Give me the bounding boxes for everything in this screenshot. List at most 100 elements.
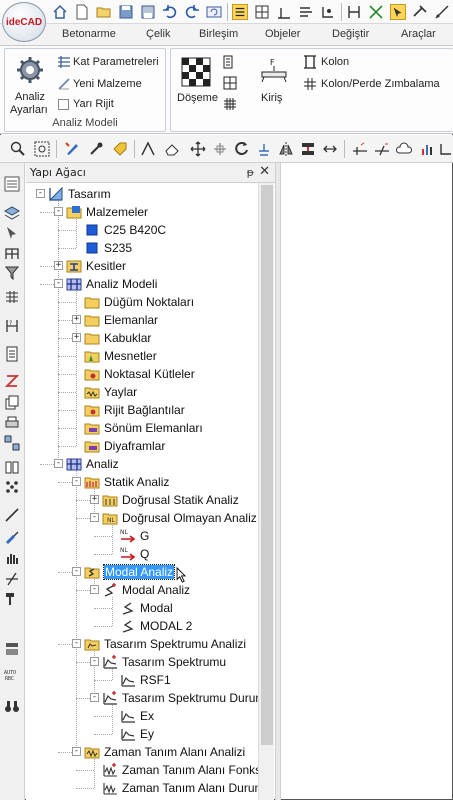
column-button[interactable]: Kolon <box>321 56 349 68</box>
line-icon[interactable] <box>352 141 368 157</box>
tree-item-spektrum-durumu[interactable]: - Tasarım Spektrumu Durumu <box>26 689 258 707</box>
brush-icon[interactable] <box>4 530 20 546</box>
refresh-icon[interactable] <box>206 4 222 20</box>
tool-end-icon[interactable] <box>438 141 453 157</box>
tool-icon[interactable] <box>412 4 428 20</box>
layers-icon[interactable] <box>4 205 20 221</box>
story-params-button[interactable]: Kat Parametreleri <box>73 56 159 68</box>
collapse-toggle-icon[interactable]: - <box>90 513 99 522</box>
tree-item-modal2[interactable]: MODAL 2 <box>26 617 258 635</box>
triangle-icon[interactable] <box>140 141 156 157</box>
section-z-icon[interactable] <box>4 373 20 389</box>
collapse-toggle-icon[interactable]: - <box>90 693 99 702</box>
tree-item-dugum[interactable]: Düğüm Noktaları <box>26 293 258 311</box>
tree-item-tasarim[interactable]: - Tasarım <box>26 185 258 203</box>
tree-item-elemanlar[interactable]: + Elemanlar <box>26 311 258 329</box>
tab-betonarme[interactable]: Betonarme <box>62 28 116 40</box>
tree-item-diyafram[interactable]: Diyaframlar <box>26 437 258 455</box>
tree-item-dogrusal-olmayan[interactable]: - NL Doğrusal Olmayan Analiz <box>26 509 258 527</box>
dropper-icon[interactable] <box>88 141 104 157</box>
collapse-toggle-icon[interactable]: - <box>90 585 99 594</box>
hand-icon[interactable] <box>4 550 20 566</box>
tree-item-analiz-modeli[interactable]: - Analiz Modeli <box>26 275 258 293</box>
eraser-icon[interactable] <box>164 141 180 157</box>
extend-icon[interactable] <box>374 141 390 157</box>
collapse-toggle-icon[interactable]: - <box>54 207 63 216</box>
save-as-icon[interactable] <box>140 4 156 20</box>
rotate-icon[interactable] <box>234 141 250 157</box>
slab-icon[interactable] <box>181 57 211 87</box>
tree-item-modal[interactable]: Modal <box>26 599 258 617</box>
zoom-icon[interactable] <box>10 141 26 157</box>
expand-toggle-icon[interactable]: + <box>90 495 99 504</box>
punching-button[interactable]: Kolon/Perde Zımbalama <box>321 78 440 90</box>
slab-tool-icon-2[interactable] <box>223 76 237 90</box>
measure-icon[interactable] <box>434 4 450 20</box>
undo-icon[interactable] <box>162 4 178 20</box>
points-icon[interactable] <box>4 479 20 495</box>
cross-icon[interactable] <box>368 4 384 20</box>
collapse-toggle-icon[interactable]: - <box>36 189 45 198</box>
open-folder-icon[interactable] <box>96 4 112 20</box>
tree-item-q[interactable]: NL Q <box>26 545 258 563</box>
tree-item-spektrum-analizi[interactable]: - Tasarım Spektrumu Analizi <box>26 635 258 653</box>
copy-move-icon[interactable] <box>212 141 228 157</box>
chart-icon[interactable] <box>420 141 436 157</box>
axis-icon[interactable] <box>276 4 292 20</box>
properties-icon[interactable] <box>4 176 20 192</box>
scrollbar-thumb[interactable] <box>261 185 273 745</box>
collapse-toggle-icon[interactable]: - <box>72 567 81 576</box>
new-material-button[interactable]: Yeni Malzeme <box>73 78 142 90</box>
align-icon[interactable] <box>298 4 314 20</box>
dimension-icon[interactable]: ? <box>4 318 20 334</box>
ortho-icon[interactable] <box>346 4 362 20</box>
expand-toggle-icon[interactable]: + <box>72 333 81 342</box>
tree-item-modal-analiz[interactable]: - Modal Analiz <box>26 563 258 583</box>
auto-rebar-icon[interactable]: AUTORBC <box>4 668 20 684</box>
print-icon[interactable] <box>4 415 20 431</box>
tree-item-yaylar[interactable]: Yaylar <box>26 383 258 401</box>
tree-scrollbar[interactable] <box>258 183 274 800</box>
tab-degistir[interactable]: Değiştir <box>332 28 369 40</box>
model-icon[interactable] <box>4 245 20 261</box>
beam-icon[interactable]: F <box>259 57 289 87</box>
tag-icon[interactable] <box>112 141 128 157</box>
tree-item-sonum[interactable]: Sönüm Elemanları <box>26 419 258 437</box>
expand-toggle-icon[interactable]: + <box>54 261 63 270</box>
binoculars-icon[interactable] <box>4 698 20 714</box>
stretch-icon[interactable] <box>322 141 338 157</box>
tree-item-kesitler[interactable]: + Kesitler <box>26 257 258 275</box>
mirror-copy-icon[interactable] <box>256 141 272 157</box>
collapse-toggle-icon[interactable]: - <box>72 639 81 648</box>
tree-item-malzemeler[interactable]: - Malzemeler <box>26 203 258 221</box>
move-icon[interactable] <box>190 141 206 157</box>
tree-item-zaman-durum[interactable]: Zaman Tanım Alanı Durumu <box>26 779 258 797</box>
collapse-toggle-icon[interactable]: - <box>54 459 63 468</box>
tree-item-rsf1[interactable]: RSF1 <box>26 671 258 689</box>
slab-tool-icon-3[interactable] <box>223 97 237 111</box>
home-icon[interactable] <box>52 4 68 20</box>
tree-item-kabuklar[interactable]: + Kabuklar <box>26 329 258 347</box>
collapse-toggle-icon[interactable]: - <box>72 477 81 486</box>
analysis-settings-label-1[interactable]: Analiz <box>15 91 45 103</box>
stack-icon[interactable] <box>4 641 20 657</box>
align-bar-icon[interactable] <box>300 141 316 157</box>
tree-item-noktasal[interactable]: Noktasal Kütleler <box>26 365 258 383</box>
collapse-toggle-icon[interactable]: - <box>72 747 81 756</box>
tree-item-analiz[interactable]: - Analiz <box>26 455 258 473</box>
cursor-snap-icon[interactable] <box>390 4 406 20</box>
tree-item-mesnetler[interactable]: Mesnetler <box>26 347 258 365</box>
beam-button[interactable]: Kiriş <box>261 92 282 104</box>
tree-item-spektrum[interactable]: - Tasarım Spektrumu <box>26 653 258 671</box>
new-file-icon[interactable] <box>74 4 90 20</box>
tree-item-zaman-fonk[interactable]: Zaman Tanım Alanı Fonksiyonu <box>26 761 258 779</box>
tab-celik[interactable]: Çelik <box>146 28 170 40</box>
snap-icon[interactable] <box>320 4 336 20</box>
settings-gear-icon[interactable] <box>15 55 45 85</box>
select-icon[interactable] <box>4 225 20 241</box>
filter-icon[interactable] <box>4 265 20 281</box>
tab-araclar[interactable]: Araçlar <box>401 28 436 40</box>
grid-view-icon[interactable] <box>254 4 270 20</box>
expand-toggle-icon[interactable]: + <box>72 315 81 324</box>
slab-tool-icon-1[interactable] <box>223 55 237 69</box>
